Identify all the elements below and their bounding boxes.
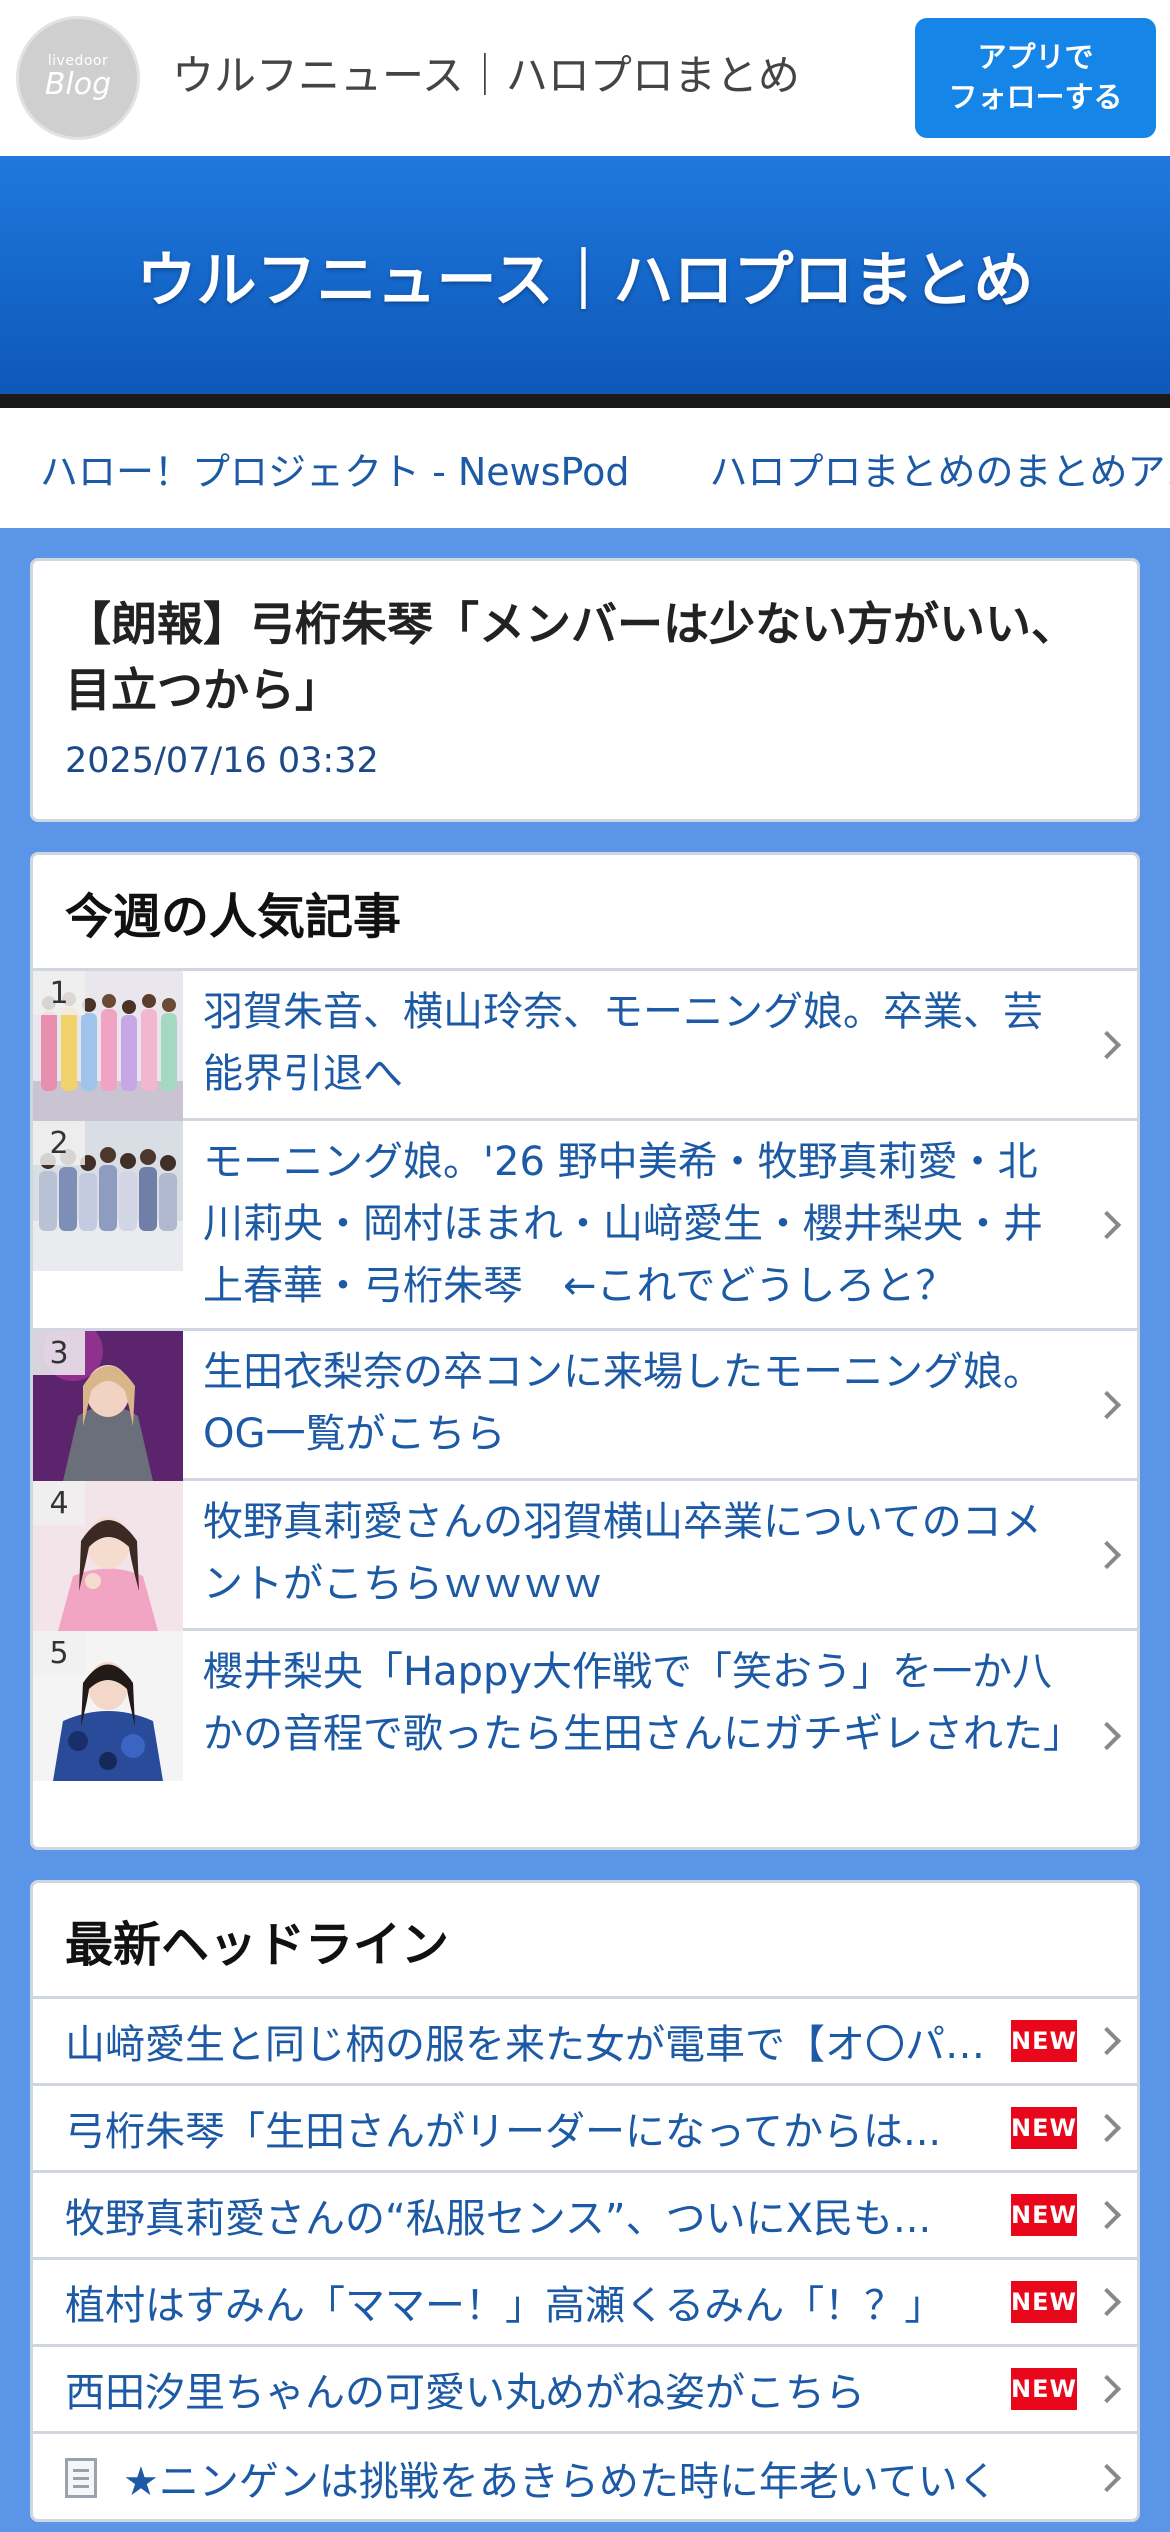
- popular-item[interactable]: 4 牧野真莉愛さんの羽賀横山卒業についてのコメントがこちらｗｗｗｗ: [33, 1481, 1137, 1631]
- headline-title: 牧野真莉愛さんの“私服センス”、ついにX民も...: [65, 2196, 932, 2242]
- latest-headlines-card: 最新ヘッドライン 山﨑愛生と同じ柄の服を来た女が電車で【オ〇パイ】 NEW 弓桁…: [30, 1880, 1140, 2522]
- headline-title: 西田汐里ちゃんの可愛い丸めがね姿がこちら: [65, 2370, 865, 2416]
- logo-small-text: livedoor: [47, 53, 109, 69]
- headline-item[interactable]: 牧野真莉愛さんの“私服センス”、ついにX民も... NEW: [33, 2173, 1137, 2260]
- popular-item-title: 牧野真莉愛さんの羽賀横山卒業についてのコメントがこちらｗｗｗｗ: [203, 1499, 1042, 1607]
- document-icon: [65, 2457, 97, 2498]
- headline-title: ★ニンゲンは挑戦をあきらめた時に年老いていく: [123, 2458, 998, 2505]
- thumbnail: 5: [33, 1631, 183, 1841]
- chevron-right-icon: [1092, 2463, 1122, 2492]
- headline-title: 弓桁朱琴「生田さんがリーダーになってからは...: [65, 2109, 942, 2155]
- popular-item[interactable]: 3 生田衣梨奈の卒コンに来場したモーニング娘。OG一覧がこちら: [33, 1331, 1137, 1481]
- popular-item-title: 櫻井梨央「Happy大作戦で「笑おう」を一か八かの音程で歌ったら生田さんにガチギ…: [203, 1649, 1083, 1757]
- thumbnail: 2: [33, 1121, 183, 1328]
- article-title[interactable]: 【朗報】弓桁朱琴「メンバーは少ない方がいい、目立つから」: [65, 591, 1105, 723]
- popular-item-title: 生田衣梨奈の卒コンに来場したモーニング娘。OG一覧がこちら: [203, 1349, 1043, 1457]
- site-title[interactable]: ウルフニュース｜ハロプロまとめ: [172, 44, 800, 108]
- popular-item-title: モーニング娘。'26 野中美希・牧野真莉愛・北川莉央・岡村ほまれ・山﨑愛生・櫻井…: [203, 1139, 1043, 1309]
- popular-articles-card: 今週の人気記事 1 羽賀朱音、横山玲奈、モーニング娘。卒業、芸能界引退へ 2 モ…: [30, 852, 1140, 1850]
- thumbnail: 4: [33, 1481, 183, 1631]
- article-date: 2025/07/16 03:32: [65, 741, 379, 781]
- headline-item[interactable]: 弓桁朱琴「生田さんがリーダーになってからは... NEW: [33, 2086, 1137, 2173]
- rank-number: 1: [33, 971, 85, 1015]
- headline-item[interactable]: 西田汐里ちゃんの可愛い丸めがね姿がこちら NEW: [33, 2347, 1137, 2434]
- strip-link-matome[interactable]: ハロプロまとめのまとめアン: [709, 441, 1170, 496]
- headline-item[interactable]: 植村はすみん「ママー！」高瀬くるみん「！？」 NEW: [33, 2260, 1137, 2347]
- article-card[interactable]: 【朗報】弓桁朱琴「メンバーは少ない方がいい、目立つから」 2025/07/16 …: [30, 558, 1140, 822]
- headline-title: 山﨑愛生と同じ柄の服を来た女が電車で【オ〇パイ】: [65, 2022, 999, 2068]
- chevron-right-icon: [1092, 2200, 1122, 2230]
- follow-button-line2: フォローする: [948, 82, 1123, 114]
- headline-title: 植村はすみん「ママー！」高瀬くるみん「！？」: [65, 2283, 945, 2329]
- new-badge: NEW: [1011, 2107, 1077, 2149]
- follow-in-app-button[interactable]: アプリで フォローする: [915, 18, 1156, 138]
- chevron-right-icon: [1092, 2113, 1122, 2143]
- popular-item[interactable]: 2 モーニング娘。'26 野中美希・牧野真莉愛・北川莉央・岡村ほまれ・山﨑愛生・…: [33, 1121, 1137, 1331]
- top-bar: livedoor Blog ウルフニュース｜ハロプロまとめ アプリで フォローす…: [0, 0, 1170, 156]
- popular-item[interactable]: 5 櫻井梨央「Happy大作戦で「笑おう」を一か八かの音程で歌ったら生田さんにガ…: [33, 1631, 1137, 1841]
- rank-number: 5: [33, 1631, 85, 1675]
- new-badge: NEW: [1011, 2368, 1077, 2410]
- rank-number: 3: [33, 1331, 85, 1375]
- chevron-right-icon: [1092, 2374, 1122, 2404]
- related-links-strip: ハロー！プロジェクト - NewsPod ハロプロまとめのまとめアン: [0, 408, 1170, 528]
- popular-heading: 今週の人気記事: [33, 855, 1137, 971]
- logo-big-text: Blog: [44, 67, 112, 102]
- thumbnail: 1: [33, 971, 183, 1121]
- new-badge: NEW: [1011, 2020, 1077, 2062]
- rank-number: 4: [33, 1481, 85, 1525]
- popular-item[interactable]: 1 羽賀朱音、横山玲奈、モーニング娘。卒業、芸能界引退へ: [33, 971, 1137, 1121]
- headline-item[interactable]: ★ニンゲンは挑戦をあきらめた時に年老いていく: [33, 2434, 1137, 2519]
- livedoor-blog-logo[interactable]: livedoor Blog: [16, 16, 140, 140]
- rank-number: 2: [33, 1121, 85, 1165]
- new-badge: NEW: [1011, 2194, 1077, 2236]
- headlines-heading: 最新ヘッドライン: [33, 1883, 1137, 1999]
- headline-item[interactable]: 山﨑愛生と同じ柄の服を来た女が電車で【オ〇パイ】 NEW: [33, 1999, 1137, 2086]
- follow-button-line1: アプリで: [977, 42, 1094, 74]
- chevron-right-icon: [1092, 2026, 1122, 2056]
- strip-link-newspod[interactable]: ハロー！プロジェクト - NewsPod: [40, 441, 629, 496]
- thumbnail: 3: [33, 1331, 183, 1481]
- hero-banner[interactable]: ウルフニュース｜ハロプロまとめ: [0, 156, 1170, 408]
- hero-title: ウルフニュース｜ハロプロまとめ: [136, 245, 1034, 316]
- popular-item-title: 羽賀朱音、横山玲奈、モーニング娘。卒業、芸能界引退へ: [203, 989, 1043, 1097]
- new-badge: NEW: [1011, 2281, 1077, 2323]
- chevron-right-icon: [1092, 2287, 1122, 2317]
